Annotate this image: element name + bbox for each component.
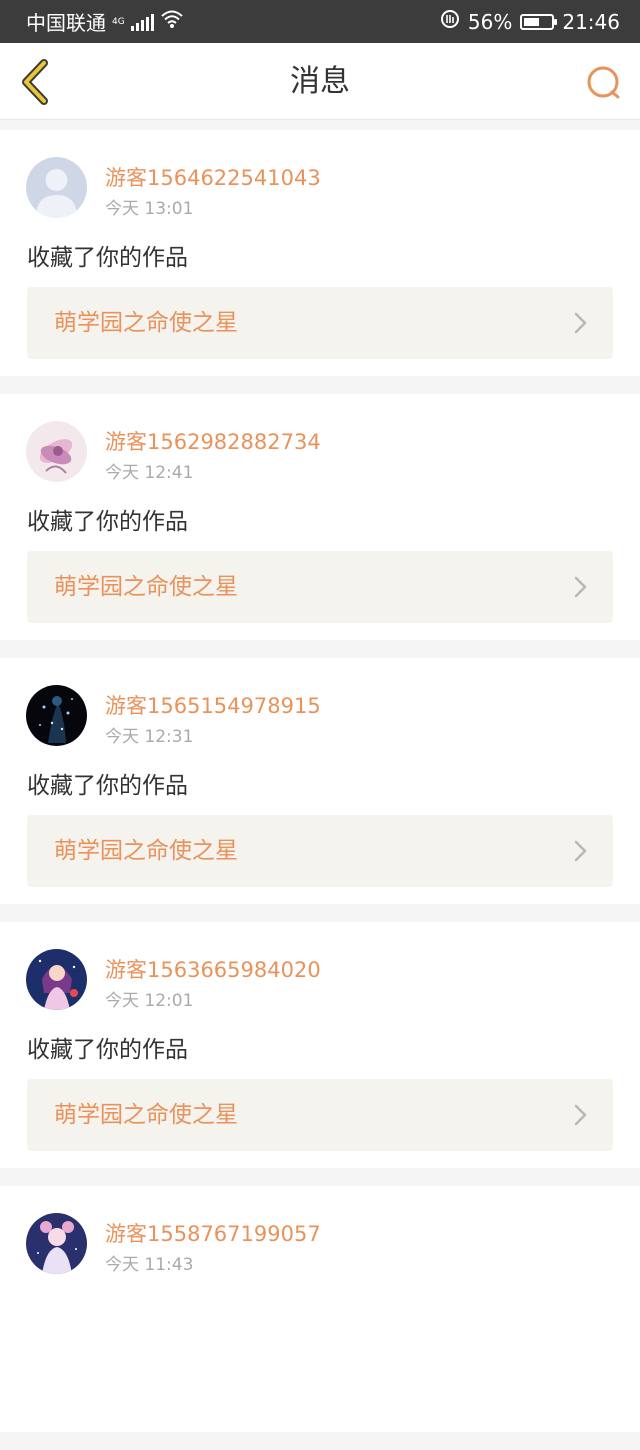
message-card: 游客1558767199057 今天 11:43 [0,1186,640,1432]
action-text: 收藏了你的作品 [27,245,188,271]
username[interactable]: 游客1565154978915 [105,690,321,720]
work-title: 萌学园之命使之星 [54,1102,238,1128]
username[interactable]: 游客1563665984020 [105,954,321,984]
battery-icon [520,13,558,30]
page-title: 消息 [290,64,350,99]
action-text: 收藏了你的作品 [27,773,188,799]
avatar[interactable] [26,949,87,1010]
timestamp: 今天 12:31 [105,727,194,747]
work-title: 萌学园之命使之星 [54,838,238,864]
battery-percent: 56% [467,9,513,34]
avatar[interactable] [26,157,87,218]
signal-icon [130,13,154,31]
default-avatar-icon [26,157,87,218]
timestamp: 今天 13:01 [105,199,194,219]
work-link[interactable]: 萌学园之命使之星 [27,1079,613,1151]
username[interactable]: 游客1562982882734 [105,426,321,456]
clock: 21:46 [562,9,620,34]
message-card: 游客1565154978915 今天 12:31 收藏了你的作品 萌学园之命使之… [0,658,640,904]
search-icon [587,66,620,99]
message-card: 游客1563665984020 今天 12:01 收藏了你的作品 萌学园之命使之… [0,922,640,1168]
network-type: 4G [112,16,125,27]
avatar[interactable] [26,685,87,746]
search-button[interactable] [584,63,624,103]
timestamp: 今天 12:41 [105,463,194,483]
flower-avatar-icon [26,421,87,482]
avatar[interactable] [26,1213,87,1274]
username[interactable]: 游客1558767199057 [105,1218,321,1248]
message-card: 游客1564622541043 今天 13:01 收藏了你的作品 萌学园之命使之… [0,130,640,376]
timestamp: 今天 11:43 [105,1255,194,1275]
work-link[interactable]: 萌学园之命使之星 [27,815,613,887]
message-card: 游客1562982882734 今天 12:41 收藏了你的作品 萌学园之命使之… [0,394,640,640]
chevron-right-icon [574,840,587,862]
anime-doll-avatar-icon [26,1213,87,1274]
action-text: 收藏了你的作品 [27,1037,188,1063]
app-header: 消息 [0,43,640,120]
wifi-icon [160,9,184,34]
battery-level [524,17,539,26]
carrier-name: 中国联通 [26,11,106,35]
chevron-right-icon [574,576,587,598]
username[interactable]: 游客1564622541043 [105,162,321,192]
avatar[interactable] [26,421,87,482]
data-saver-icon [440,9,460,34]
action-text: 收藏了你的作品 [27,509,188,535]
message-list: 游客1564622541043 今天 13:01 收藏了你的作品 萌学园之命使之… [0,130,640,1450]
work-link[interactable]: 萌学园之命使之星 [27,551,613,623]
chevron-right-icon [574,1104,587,1126]
chevron-right-icon [574,312,587,334]
timestamp: 今天 12:01 [105,991,194,1011]
work-title: 萌学园之命使之星 [54,574,238,600]
work-link[interactable]: 萌学园之命使之星 [27,287,613,359]
status-bar: 中国联通 4G 56% 21:46 [0,0,640,43]
dark-sparkle-avatar-icon [26,685,87,746]
anime-girl-avatar-icon [26,949,87,1010]
work-title: 萌学园之命使之星 [54,310,238,336]
